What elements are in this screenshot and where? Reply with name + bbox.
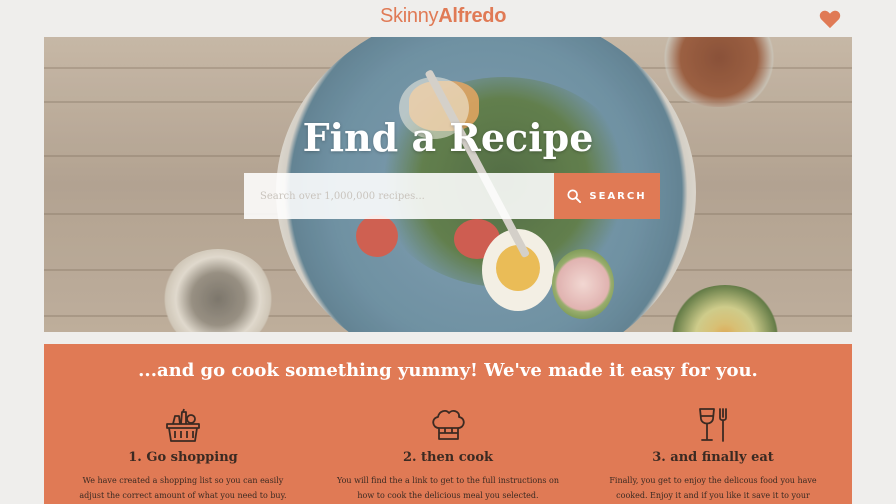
hero-title: Find a Recipe xyxy=(302,115,594,160)
chef-hat-icon xyxy=(432,410,465,440)
step-cooking: 2. then cook You will find the a link to… xyxy=(313,406,583,503)
how-it-works-section: ...and go cook something yummy! We've ma… xyxy=(44,344,852,504)
step-title: 1. Go shopping xyxy=(128,450,238,465)
site-header: SkinnyAlfredo xyxy=(0,0,896,36)
shopping-basket-icon xyxy=(166,408,200,442)
recipe-search-input[interactable] xyxy=(244,173,554,219)
step-description: We have created a shopping list so you c… xyxy=(79,476,287,500)
search-button[interactable]: SEARCH xyxy=(554,173,660,219)
search-icon xyxy=(567,189,582,203)
logo-bold: Alfredo xyxy=(438,5,507,27)
step-title: 2. then cook xyxy=(402,450,494,465)
logo-light: Skinny xyxy=(380,5,439,27)
wine-glass-fork-icon xyxy=(699,408,727,442)
search-button-label: SEARCH xyxy=(589,190,647,202)
step-eating: 3. and finally eat Finally, you get to e… xyxy=(578,406,848,504)
hero-banner: Find a Recipe SEARCH xyxy=(44,37,852,332)
heart-icon[interactable] xyxy=(819,9,841,29)
site-logo[interactable]: SkinnyAlfredo xyxy=(380,5,506,28)
step-description: You will find the a link to get to the f… xyxy=(337,476,559,500)
step-description: Finally, you get to enjoy the delicous f… xyxy=(609,476,817,500)
step-title: 3. and finally eat xyxy=(652,450,774,465)
section-heading: ...and go cook something yummy! We've ma… xyxy=(138,360,758,381)
step-shopping: 1. Go shopping We have created a shoppin… xyxy=(48,406,318,503)
